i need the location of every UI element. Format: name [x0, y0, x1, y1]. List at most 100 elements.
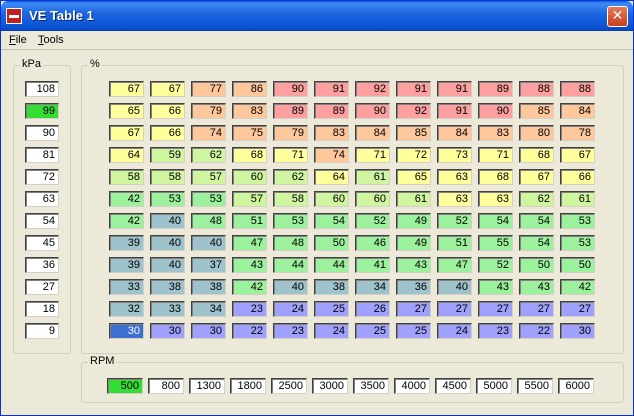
ve-cell[interactable]: 67 [519, 169, 554, 185]
ve-cell[interactable]: 72 [396, 147, 431, 163]
rpm-cell[interactable]: 800 [148, 378, 184, 394]
ve-cell[interactable]: 61 [355, 169, 390, 185]
ve-cell[interactable]: 48 [191, 213, 226, 229]
menu-tools[interactable]: Tools [38, 34, 64, 46]
ve-cell[interactable]: 40 [150, 235, 185, 251]
ve-cell[interactable]: 37 [191, 257, 226, 273]
ve-cell[interactable]: 62 [191, 147, 226, 163]
ve-cell[interactable]: 67 [560, 147, 595, 163]
ve-cell[interactable]: 61 [560, 191, 595, 207]
ve-cell[interactable]: 66 [560, 169, 595, 185]
ve-cell[interactable]: 43 [396, 257, 431, 273]
ve-cell[interactable]: 85 [519, 103, 554, 119]
ve-cell[interactable]: 68 [519, 147, 554, 163]
ve-cell[interactable]: 58 [273, 191, 308, 207]
ve-cell[interactable]: 90 [478, 103, 513, 119]
ve-cell[interactable]: 62 [519, 191, 554, 207]
ve-cell[interactable]: 34 [191, 301, 226, 317]
ve-cell[interactable]: 66 [150, 125, 185, 141]
ve-cell[interactable]: 63 [478, 191, 513, 207]
kpa-cell[interactable]: 63 [25, 191, 59, 207]
ve-cell[interactable]: 84 [437, 125, 472, 141]
ve-cell[interactable]: 51 [232, 213, 267, 229]
ve-cell[interactable]: 30 [560, 323, 595, 339]
rpm-cell[interactable]: 500 [107, 378, 143, 394]
ve-cell[interactable]: 27 [519, 301, 554, 317]
ve-cell[interactable]: 42 [560, 279, 595, 295]
ve-cell[interactable]: 49 [396, 235, 431, 251]
ve-cell[interactable]: 42 [109, 191, 144, 207]
ve-cell[interactable]: 66 [150, 103, 185, 119]
ve-cell[interactable]: 74 [191, 125, 226, 141]
ve-cell[interactable]: 33 [150, 301, 185, 317]
ve-cell[interactable]: 57 [191, 169, 226, 185]
ve-cell[interactable]: 92 [396, 103, 431, 119]
ve-cell[interactable]: 26 [355, 301, 390, 317]
ve-cell[interactable]: 39 [109, 235, 144, 251]
ve-cell[interactable]: 63 [437, 169, 472, 185]
ve-cell[interactable]: 68 [478, 169, 513, 185]
ve-cell[interactable]: 88 [560, 81, 595, 97]
ve-cell[interactable]: 25 [396, 323, 431, 339]
ve-cell[interactable]: 47 [437, 257, 472, 273]
ve-cell[interactable]: 52 [355, 213, 390, 229]
ve-cell[interactable]: 58 [109, 169, 144, 185]
ve-cell[interactable]: 53 [560, 235, 595, 251]
ve-cell[interactable]: 60 [232, 169, 267, 185]
ve-cell[interactable]: 55 [478, 235, 513, 251]
ve-cell[interactable]: 74 [314, 147, 349, 163]
ve-cell[interactable]: 49 [396, 213, 431, 229]
ve-cell[interactable]: 44 [314, 257, 349, 273]
ve-cell[interactable]: 22 [232, 323, 267, 339]
ve-cell[interactable]: 53 [150, 191, 185, 207]
kpa-cell[interactable]: 9 [25, 323, 59, 339]
rpm-cell[interactable]: 4000 [394, 378, 430, 394]
ve-cell[interactable]: 53 [273, 213, 308, 229]
ve-cell[interactable]: 54 [519, 235, 554, 251]
rpm-cell[interactable]: 5500 [517, 378, 553, 394]
ve-cell[interactable]: 38 [314, 279, 349, 295]
ve-cell[interactable]: 89 [314, 103, 349, 119]
kpa-cell[interactable]: 36 [25, 257, 59, 273]
ve-cell[interactable]: 23 [478, 323, 513, 339]
ve-cell[interactable]: 64 [314, 169, 349, 185]
ve-cell[interactable]: 36 [396, 279, 431, 295]
ve-cell[interactable]: 42 [109, 213, 144, 229]
ve-cell[interactable]: 47 [232, 235, 267, 251]
ve-cell[interactable]: 30 [191, 323, 226, 339]
ve-cell[interactable]: 30 [109, 323, 144, 339]
menu-file[interactable]: File [9, 34, 27, 46]
ve-cell[interactable]: 33 [109, 279, 144, 295]
ve-cell[interactable]: 65 [109, 103, 144, 119]
ve-cell[interactable]: 40 [150, 213, 185, 229]
ve-cell[interactable]: 83 [232, 103, 267, 119]
rpm-cell[interactable]: 3000 [312, 378, 348, 394]
rpm-cell[interactable]: 3500 [353, 378, 389, 394]
ve-cell[interactable]: 62 [273, 169, 308, 185]
ve-cell[interactable]: 77 [191, 81, 226, 97]
ve-cell[interactable]: 34 [355, 279, 390, 295]
ve-cell[interactable]: 30 [150, 323, 185, 339]
ve-cell[interactable]: 68 [232, 147, 267, 163]
ve-cell[interactable]: 24 [314, 323, 349, 339]
ve-cell[interactable]: 39 [109, 257, 144, 273]
ve-cell[interactable]: 90 [355, 103, 390, 119]
ve-cell[interactable]: 75 [232, 125, 267, 141]
ve-cell[interactable]: 44 [273, 257, 308, 273]
ve-cell[interactable]: 67 [150, 81, 185, 97]
ve-cell[interactable]: 58 [150, 169, 185, 185]
ve-cell[interactable]: 25 [314, 301, 349, 317]
ve-cell[interactable]: 61 [396, 191, 431, 207]
ve-cell[interactable]: 71 [273, 147, 308, 163]
ve-cell[interactable]: 60 [355, 191, 390, 207]
rpm-cell[interactable]: 4500 [435, 378, 471, 394]
ve-cell[interactable]: 24 [273, 301, 308, 317]
ve-cell[interactable]: 59 [150, 147, 185, 163]
ve-cell[interactable]: 79 [273, 125, 308, 141]
ve-cell[interactable]: 67 [109, 81, 144, 97]
ve-cell[interactable]: 89 [273, 103, 308, 119]
ve-cell[interactable]: 43 [519, 279, 554, 295]
ve-cell[interactable]: 43 [232, 257, 267, 273]
kpa-cell[interactable]: 108 [25, 81, 59, 97]
ve-cell[interactable]: 92 [355, 81, 390, 97]
